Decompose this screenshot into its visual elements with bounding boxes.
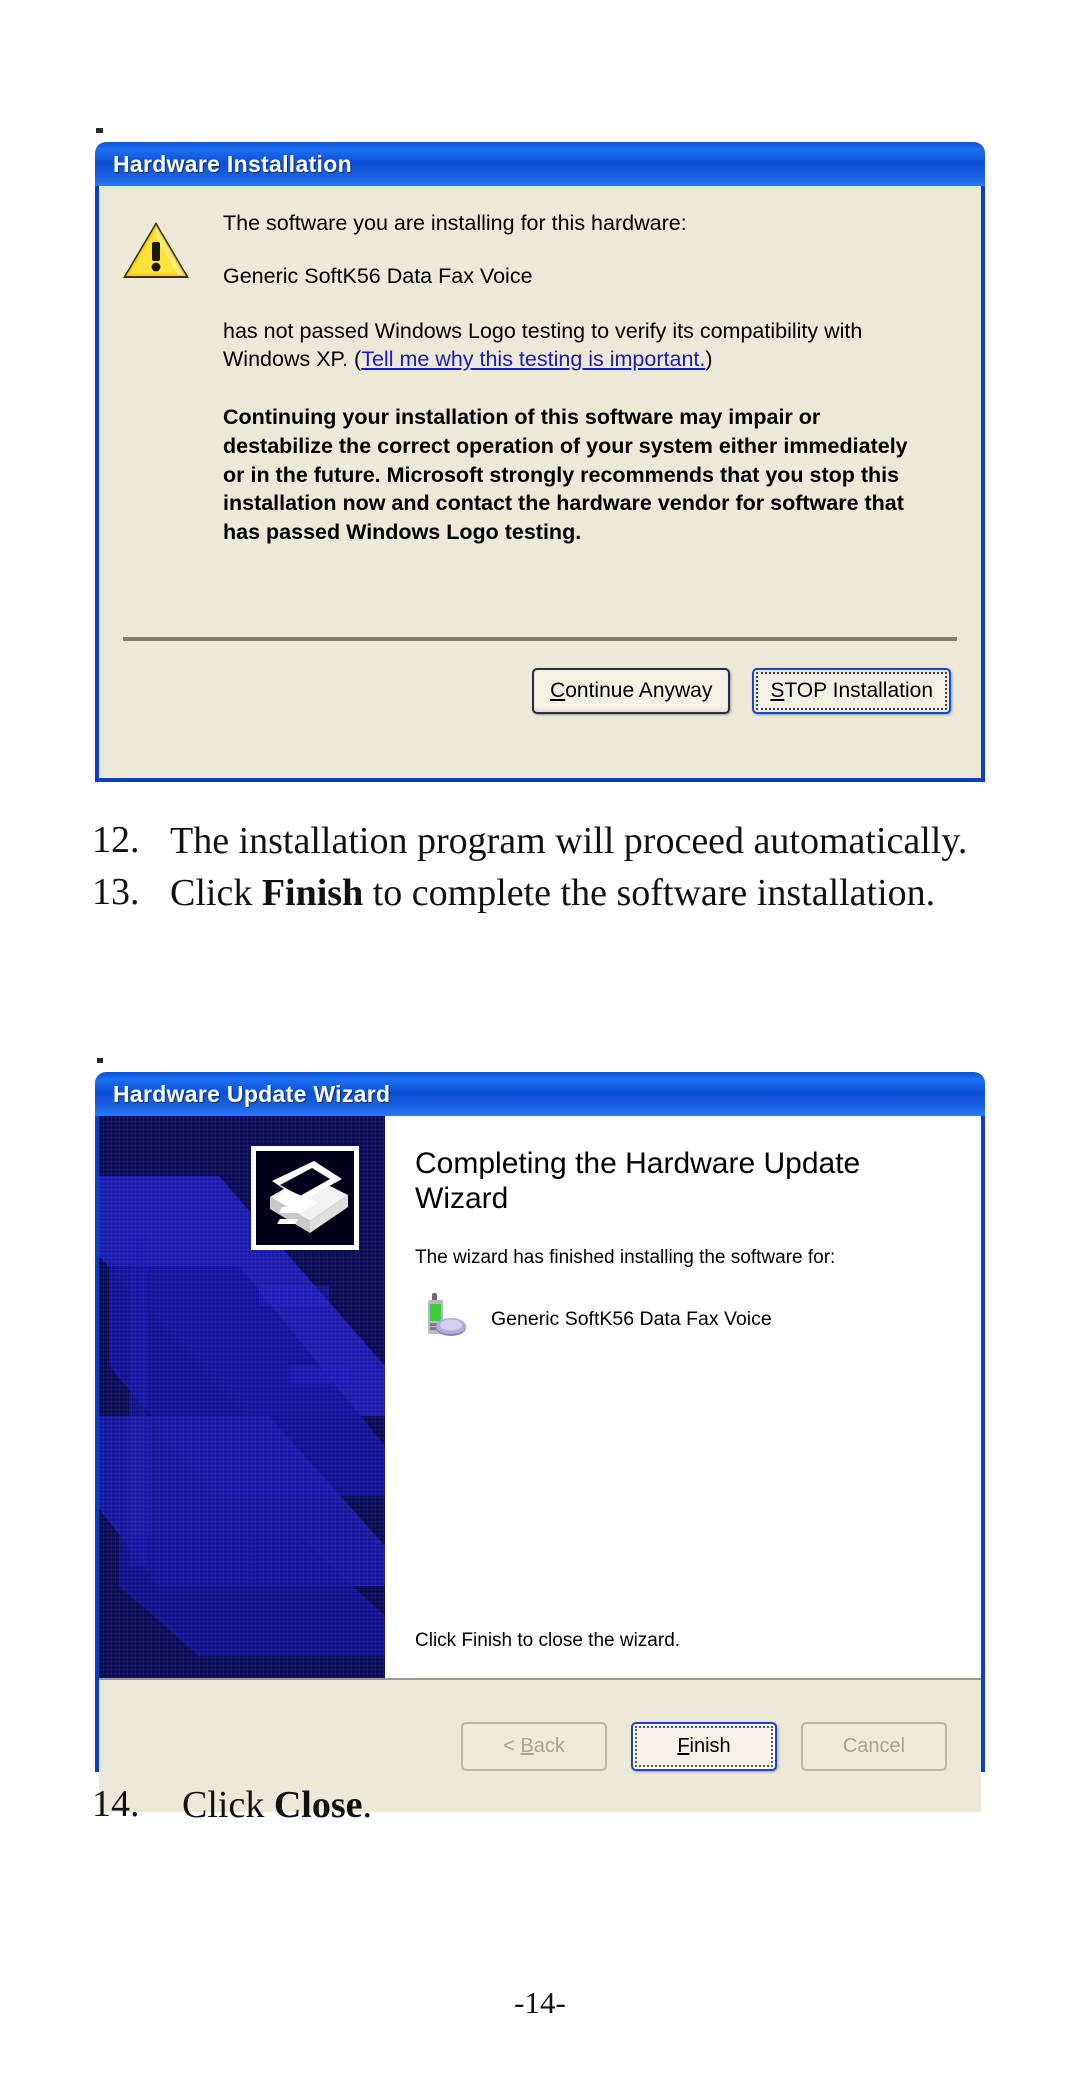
finish-button[interactable]: Finish (631, 1721, 777, 1771)
stop-installation-button[interactable]: STOP Installation (752, 668, 951, 714)
install-intro-text: The software you are installing for this… (223, 211, 687, 235)
list-item-number: 14. (92, 1783, 140, 1825)
cancel-button-label: Cancel (842, 1734, 906, 1757)
list-item-text-before: Click (182, 1784, 274, 1826)
modem-device-icon (423, 1291, 469, 1348)
cancel-button[interactable]: Cancel (801, 1721, 947, 1771)
wizard-main: Completing the Hardware Update Wizard Th… (99, 1116, 981, 1678)
list-item-text: The installation program will proceed au… (170, 818, 992, 864)
continue-anyway-button[interactable]: Continue Anyway (532, 668, 731, 714)
dialog-message-block: The software you are installing for this… (223, 212, 955, 546)
dialog-title: Hardware Installation (113, 150, 352, 177)
hardware-update-wizard-dialog: Hardware Update Wizard Completing the Ha… (95, 1072, 985, 1812)
dialog-titlebar: Hardware Installation (95, 142, 985, 186)
list-item-text-after: to complete the software installation. (363, 872, 936, 915)
wizard-heading: Completing the Hardware Update Wizard (415, 1147, 861, 1216)
wizard-titlebar: Hardware Update Wizard (95, 1072, 985, 1116)
wizard-title: Hardware Update Wizard (113, 1080, 391, 1107)
list-item-emphasis: Finish (261, 872, 364, 915)
back-button-prefix: < (503, 1734, 521, 1757)
scan-speck (97, 1058, 103, 1063)
instruction-list-lower: 14. Click Close. (92, 1782, 992, 1834)
continue-anyway-accel: C (550, 679, 566, 702)
stop-installation-accel: S (770, 679, 785, 702)
back-button[interactable]: < Back (461, 1721, 607, 1771)
dialog-body: The software you are installing for this… (99, 186, 981, 641)
continue-anyway-label: ontinue Anyway (565, 679, 713, 702)
wizard-footnote: Click Finish to close the wizard. (415, 1630, 681, 1651)
page-number: -14- (514, 1985, 566, 2020)
logo-testing-suffix: ) (705, 346, 713, 371)
stop-installation-label: TOP Installation (784, 679, 933, 702)
instruction-list-upper: 12. The installation program will procee… (92, 818, 992, 923)
finish-button-label: inish (689, 1734, 731, 1757)
warning-triangle-icon (121, 218, 191, 282)
back-button-label: ack (533, 1734, 565, 1757)
list-item: 12. The installation program will procee… (92, 818, 992, 864)
dialog-button-bar: Continue Anyway STOP Installation (99, 641, 981, 741)
list-item-text: Click Finish to complete the software in… (170, 870, 992, 916)
list-item: 13. Click Finish to complete the softwar… (92, 870, 992, 916)
hardware-installation-dialog: Hardware Installation The software you a… (95, 142, 985, 782)
wizard-device-row: Generic SoftK56 Data Fax Voice (423, 1291, 953, 1348)
list-item-number: 13. (92, 871, 140, 914)
wizard-content: Completing the Hardware Update Wizard Th… (385, 1116, 981, 1678)
device-name-text: Generic SoftK56 Data Fax Voice (223, 263, 533, 288)
list-item-text-after: . (362, 1784, 372, 1826)
tell-me-why-link[interactable]: Tell me why this testing is important. (361, 347, 705, 371)
list-item-text: Click Close. (170, 1782, 992, 1828)
warning-paragraph: Continuing your installation of this sof… (223, 405, 908, 544)
list-item-emphasis: Close (273, 1784, 363, 1826)
list-item: 14. Click Close. (92, 1782, 992, 1828)
wizard-subtitle: The wizard has finished installing the s… (415, 1246, 836, 1268)
scan-speck (96, 128, 103, 133)
logo-testing-text: has not passed Windows Logo testing to v… (223, 318, 923, 374)
list-item-text-before: The installation program will proceed au… (170, 820, 968, 862)
finish-button-accel: F (677, 1734, 690, 1757)
hardware-device-badge-icon (251, 1146, 359, 1250)
wizard-banner (99, 1116, 385, 1678)
back-button-accel: B (520, 1734, 534, 1757)
list-item-number: 12. (92, 819, 140, 861)
list-item-text-before: Click (170, 872, 262, 915)
wizard-device-name: Generic SoftK56 Data Fax Voice (491, 1307, 772, 1330)
